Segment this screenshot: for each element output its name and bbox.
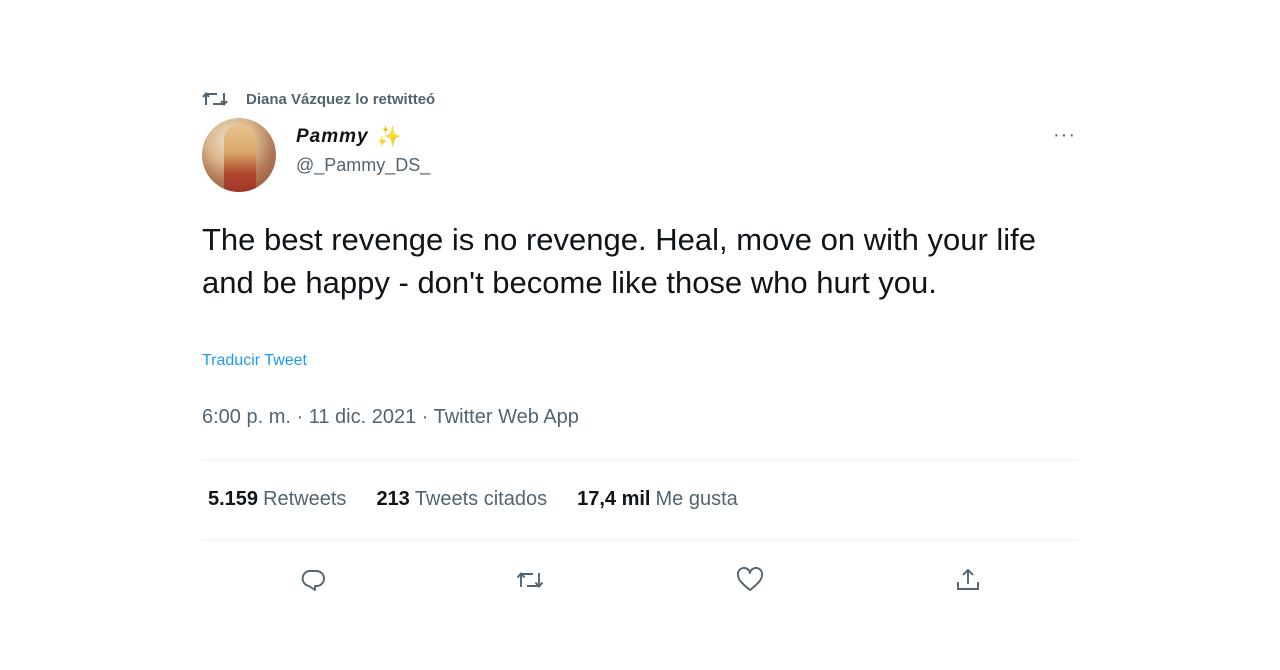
heart-icon <box>736 567 764 593</box>
sparkles-icon: ✨ <box>376 126 403 148</box>
tweet: Diana Vázquez lo retwitteó Pammy ✨ @_Pam… <box>202 84 1078 644</box>
retweet-icon <box>516 569 544 591</box>
more-options-icon[interactable]: ··· <box>1053 124 1076 147</box>
retweet-button[interactable] <box>510 560 550 600</box>
retweet-icon <box>202 89 228 109</box>
translate-link[interactable]: Traducir Tweet <box>202 352 307 370</box>
author-handle[interactable]: @_Pammy_DS_ <box>296 155 430 176</box>
quotes-label: Tweets citados <box>414 488 548 510</box>
likes-count: 17,4 mil <box>577 488 651 510</box>
tweet-stats: 5.159 Retweets 213 Tweets citados 17,4 mil… <box>208 488 738 511</box>
action-bar <box>202 560 1078 600</box>
avatar[interactable] <box>202 118 276 192</box>
divider <box>202 459 1078 460</box>
author-name[interactable]: Pammy ✨ <box>296 124 430 149</box>
like-button[interactable] <box>730 560 770 600</box>
quotes-stat[interactable]: 213 Tweets citados <box>376 488 547 511</box>
tweet-meta[interactable]: 6:00 p. m. · 11 dic. 2021 · Twitter Web … <box>202 406 579 429</box>
retweets-count: 5.159 <box>208 488 259 510</box>
share-button[interactable] <box>948 560 988 600</box>
retweets-stat[interactable]: 5.159 Retweets <box>208 488 346 511</box>
reply-button[interactable] <box>294 560 334 600</box>
retweets-label: Retweets <box>263 488 347 510</box>
author-block: Pammy ✨ @_Pammy_DS_ <box>296 124 430 176</box>
quotes-count: 213 <box>376 488 410 510</box>
retweet-banner[interactable]: Diana Vázquez lo retwitteó <box>202 88 435 110</box>
likes-stat[interactable]: 17,4 mil Me gusta <box>577 488 738 511</box>
share-icon <box>955 567 981 593</box>
divider <box>202 540 1078 541</box>
retweet-banner-text[interactable]: Diana Vázquez lo retwitteó <box>246 91 435 108</box>
author-display-name[interactable]: Pammy <box>296 126 369 148</box>
likes-label: Me gusta <box>655 488 738 510</box>
tweet-text: The best revenge is no revenge. Heal, mo… <box>202 222 1037 300</box>
avatar-photo <box>224 124 256 192</box>
reply-icon <box>301 567 327 593</box>
